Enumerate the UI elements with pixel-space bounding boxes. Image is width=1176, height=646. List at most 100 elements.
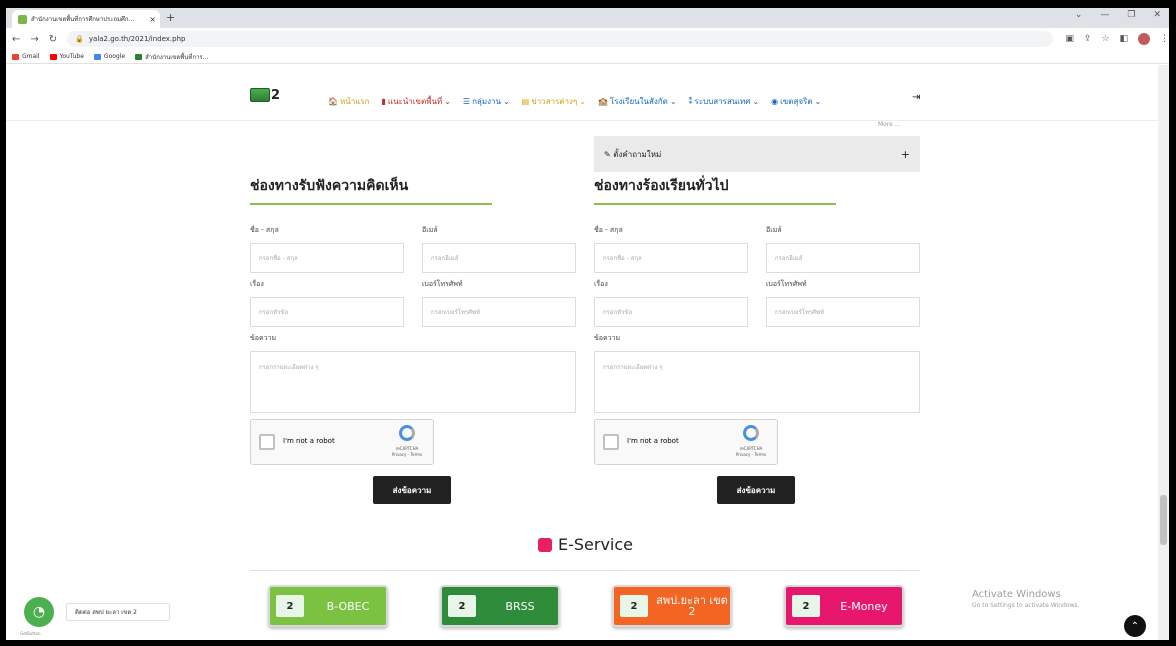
new-question-label: ตั้งคำถามใหม่ (613, 149, 662, 159)
page-scrollbar[interactable] (1158, 65, 1169, 640)
recaptcha-brand: reCAPTCHA Privacy - Terms (731, 446, 771, 458)
menu-label: ข่าวสารต่างๆ (531, 97, 578, 106)
menu-label: ระบบสารสนเทศ (694, 97, 751, 106)
share-icon[interactable]: ⇪ (1084, 34, 1092, 44)
name-label: ชื่อ - สกุล (250, 226, 279, 234)
restore-icon[interactable]: ❐ (1127, 10, 1135, 20)
url-bar[interactable]: 🔒 yala2.go.th/2021/index.php (67, 31, 1054, 47)
office-icon (135, 53, 143, 60)
menu-item-about[interactable]: ▮ แนะนำเขตพื้นที่ ⌄ (382, 95, 451, 108)
menu-item-schools[interactable]: 🏫 โรงเรียนในสังกัด ⌄ (598, 95, 677, 108)
divider (250, 570, 920, 571)
new-tab-button[interactable]: + (166, 11, 175, 24)
tab-close-icon[interactable]: × (149, 15, 156, 24)
subject-label: เรื่อง (594, 280, 608, 288)
eservice-brss[interactable]: 2 BRSS (440, 585, 560, 627)
bookmark-google[interactable]: Google (93, 53, 126, 60)
menu-item-home[interactable]: 🏠 หน้าแรก (328, 95, 370, 108)
bookmark-label: Gmail (22, 53, 40, 60)
star-icon[interactable]: ☆ (1101, 34, 1109, 44)
gmail-icon (12, 53, 19, 60)
google-icon (93, 53, 101, 60)
badge-logo: 2 (448, 595, 476, 617)
menu-item-news[interactable]: ▤ ข่าวสารต่างๆ ⌄ (522, 95, 586, 108)
recaptcha-links[interactable]: Privacy - Terms (392, 452, 422, 457)
browser-tab[interactable]: สำนักงานเขตพื้นที่การศึกษาประถมศึก... × (12, 10, 160, 28)
phone-field[interactable]: กรอกเบอร์โทรศัพท์ (766, 297, 920, 327)
toolbar-icons: ▣ ⇪ ☆ ◧ ⋮ (1065, 33, 1169, 45)
profile-avatar-icon[interactable] (1138, 33, 1150, 45)
translate-icon[interactable]: ▣ (1065, 34, 1074, 44)
chevron-down-icon: ⌄ (502, 97, 510, 106)
menu-item-systems[interactable]: ⁑ ระบบสารสนเทศ ⌄ (689, 95, 760, 108)
recaptcha-brand: reCAPTCHA Privacy - Terms (387, 446, 427, 458)
tab-search-icon[interactable]: ⌄ (1075, 10, 1083, 20)
database-icon (538, 537, 552, 552)
scrollbar-thumb[interactable] (1160, 495, 1167, 545)
subject-field[interactable]: กรอกหัวข้อ (250, 297, 404, 327)
chevron-down-icon: ⌄ (579, 97, 586, 106)
bookmarks-bar: Gmail YouTube Google สำนักงานเขตพื้นที่ก… (6, 50, 1169, 64)
browser-window: สำนักงานเขตพื้นที่การศึกษาประถมศึก... × … (6, 8, 1169, 640)
recaptcha-checkbox[interactable] (603, 434, 619, 450)
bookmark-office[interactable]: สำนักงานเขตพื้นที่การ... (135, 52, 208, 62)
site-logo[interactable]: 2 (250, 87, 280, 103)
message-textarea[interactable]: กรอกรายละเอียดต่าง ๆ (594, 351, 920, 413)
bookmark-label: สำนักงานเขตพื้นที่การ... (145, 53, 209, 61)
email-field[interactable]: กรอกอีเมล์ (766, 243, 920, 273)
recaptcha-logo-icon (743, 425, 759, 441)
recaptcha-brand-text: reCAPTCHA (395, 446, 419, 451)
recaptcha-checkbox[interactable] (259, 434, 275, 450)
expand-plus-icon[interactable]: + (901, 148, 910, 161)
phone-field[interactable]: กรอกเบอร์โทรศัพท์ (422, 297, 576, 327)
menu-label: โรงเรียนในสังกัด (609, 97, 668, 106)
new-question-bar[interactable]: ✎ ตั้งคำถามใหม่ + (594, 136, 920, 172)
sign-in-icon[interactable]: ⇥ (912, 92, 920, 103)
send-complaint-button[interactable]: ส่งข้อความ (717, 476, 795, 504)
eservice-bobec[interactable]: 2 B-OBEC (268, 585, 388, 627)
bookmark-gmail[interactable]: Gmail (12, 53, 40, 60)
menu-kebab-icon[interactable]: ⋮ (1160, 34, 1169, 44)
menu-item-groups[interactable]: ☰ กลุ่มงาน ⌄ (463, 95, 510, 108)
recaptcha-text: I'm not a robot (283, 437, 335, 445)
form-title-complaint: ช่องทางร้องเรียนทั่วไป (594, 178, 729, 194)
forward-icon[interactable]: → (30, 34, 38, 45)
site-navbar: 2 🏠 หน้าแรก ▮ แนะนำเขตพื้นที่ ⌄ ☰ กลุ่มง… (6, 65, 1158, 121)
menu-item-integrity[interactable]: ◉ เขตสุจริต ⌄ (771, 95, 821, 108)
email-field[interactable]: กรอกอีเมล์ (422, 243, 576, 273)
eservice-emoney[interactable]: 2 E-Money (784, 585, 904, 627)
name-field[interactable]: กรอกชื่อ - สกุล (594, 243, 748, 273)
chat-button[interactable]: ◔ (24, 597, 54, 627)
tab-bar: สำนักงานเขตพื้นที่การศึกษาประถมศึก... × … (6, 8, 1169, 28)
name-label: ชื่อ - สกุล (594, 226, 623, 234)
eservice-office[interactable]: 2 สพป.ยะลา เขต 2 (612, 585, 732, 627)
page-content: 2 🏠 หน้าแรก ▮ แนะนำเขตพื้นที่ ⌄ ☰ กลุ่มง… (6, 65, 1158, 640)
title-underline (250, 203, 492, 205)
send-message-button[interactable]: ส่งข้อความ (373, 476, 451, 504)
chat-label[interactable]: ติดต่อ สพป ยะลา เขต 2 (66, 603, 170, 621)
close-window-icon[interactable]: ✕ (1153, 10, 1161, 20)
eservice-heading: E-Service (538, 535, 633, 554)
back-icon[interactable]: ← (12, 34, 20, 45)
bookmark-youtube[interactable]: YouTube (49, 53, 84, 60)
recaptcha-links[interactable]: Privacy - Terms (736, 452, 766, 457)
tab-title: สำนักงานเขตพื้นที่การศึกษาประถมศึก... (31, 16, 135, 23)
badge-label: B-OBEC (326, 599, 370, 613)
activate-line2: Go to Settings to activate Windows. (972, 602, 1080, 609)
bookmark-icon: ▮ (381, 97, 386, 106)
recaptcha-logo-icon (399, 425, 415, 441)
getbutton-brand[interactable]: GetButton (20, 631, 41, 636)
scroll-to-top-button[interactable]: ⌃ (1124, 615, 1146, 637)
sidepanel-icon[interactable]: ◧ (1119, 34, 1128, 44)
bookmark-label: Google (103, 53, 126, 60)
subject-field[interactable]: กรอกหัวข้อ (594, 297, 748, 327)
message-textarea[interactable]: กรอกรายละเอียดต่าง ๆ (250, 351, 576, 413)
message-label: ข้อความ (594, 334, 621, 342)
activate-line1: Activate Windows (972, 589, 1061, 600)
activate-windows-watermark: Activate Windows Go to Settings to activ… (972, 589, 1079, 609)
subject-label: เรื่อง (250, 280, 264, 288)
name-field[interactable]: กรอกชื่อ - สกุล (250, 243, 404, 273)
reload-icon[interactable]: ↻ (49, 34, 57, 45)
more-link[interactable]: More ... (878, 121, 901, 128)
minimize-icon[interactable]: — (1100, 10, 1109, 20)
